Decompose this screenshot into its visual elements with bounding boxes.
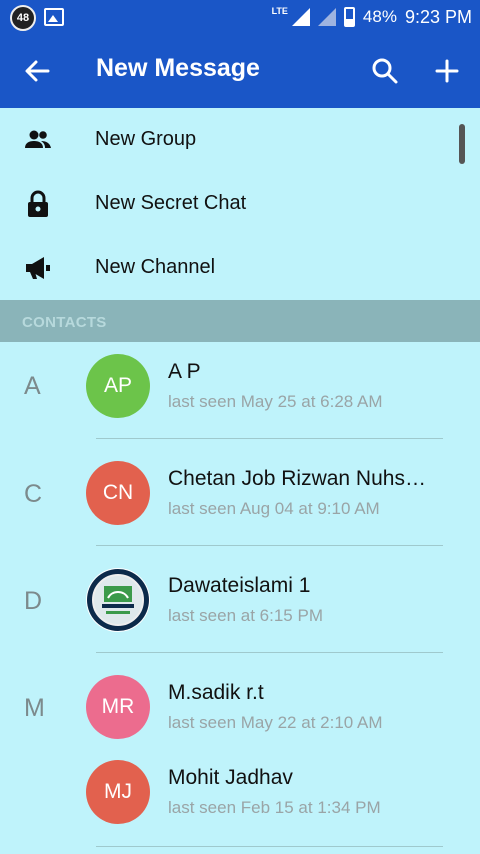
contact-name: M.sadik r.t (168, 681, 264, 704)
dawateislami-logo-icon (87, 569, 149, 631)
menu-label: New Secret Chat (95, 192, 247, 214)
menu-item-new-group[interactable]: New Group (0, 108, 480, 172)
contact-name: Mohit Jadhav (168, 766, 293, 789)
contact-row[interactable]: Dawateislami 1 last seen at 6:15 PM (0, 568, 480, 664)
megaphone-icon (26, 257, 50, 279)
menu-label: New Group (95, 128, 197, 150)
contact-row[interactable]: MJ Mohit Jadhav last seen Feb 15 at 1:34… (0, 760, 480, 854)
add-icon[interactable] (432, 56, 462, 86)
avatar (86, 568, 150, 632)
contact-name: Chetan Job Rizwan Nuhs… (168, 467, 426, 490)
contact-name: Dawateislami 1 (168, 574, 311, 597)
page-title: New Message (96, 54, 260, 82)
contact-last-seen: last seen at 6:15 PM (168, 606, 323, 625)
contact-row[interactable]: MR M.sadik r.t last seen May 22 at 2:10 … (0, 675, 480, 771)
avatar: AP (86, 354, 150, 418)
menu-item-new-channel[interactable]: New Channel (0, 236, 480, 300)
battery-percent: 48% (362, 7, 397, 26)
contact-last-seen: last seen Aug 04 at 9:10 AM (168, 499, 380, 518)
contact-row[interactable]: CN Chetan Job Rizwan Nuhs… last seen Aug… (0, 461, 480, 557)
search-icon[interactable] (370, 56, 400, 86)
contact-last-seen: last seen May 22 at 2:10 AM (168, 713, 383, 732)
divider (96, 652, 443, 653)
contact-name: A P (168, 360, 201, 383)
avatar: MJ (86, 760, 150, 824)
contact-row[interactable]: AP A P last seen May 25 at 6:28 AM (0, 354, 480, 450)
section-label: CONTACTS (22, 314, 107, 331)
divider (96, 545, 443, 546)
divider (96, 438, 443, 439)
avatar: MR (86, 675, 150, 739)
clock: 9:23 PM (404, 6, 472, 27)
back-arrow-icon[interactable] (22, 56, 52, 86)
contacts-section-header: CONTACTS (0, 300, 480, 342)
status-bar: 48 LTE 48% 9:23 PM (0, 0, 480, 34)
gallery-icon (44, 8, 64, 26)
app-bar: New Message (0, 34, 480, 108)
menu-label: New Channel (95, 256, 216, 278)
avatar: CN (86, 461, 150, 525)
scrollbar[interactable] (459, 124, 465, 164)
lock-icon (28, 190, 48, 217)
contact-last-seen: last seen Feb 15 at 1:34 PM (168, 798, 381, 817)
divider (96, 846, 443, 847)
signal-icon (291, 8, 310, 26)
battery-icon (343, 7, 355, 27)
status-right: LTE 48% 9:23 PM (272, 0, 472, 34)
contact-last-seen: last seen May 25 at 6:28 AM (168, 392, 383, 411)
signal-secondary-icon (317, 8, 336, 26)
menu-item-new-secret-chat[interactable]: New Secret Chat (0, 172, 480, 236)
network-type: LTE (271, 6, 288, 16)
group-icon (25, 130, 51, 148)
notification-badge: 48 (10, 5, 36, 31)
